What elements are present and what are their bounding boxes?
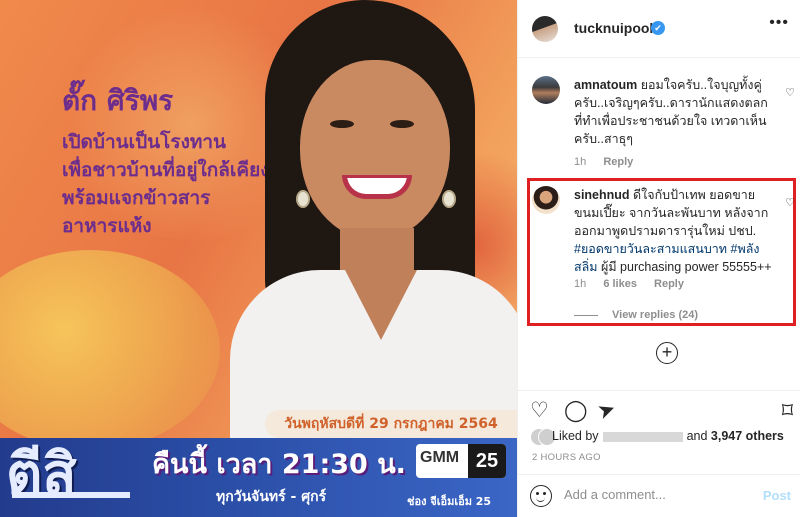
commenter-username[interactable]: sinehnud <box>574 188 630 202</box>
eye <box>330 120 354 128</box>
likes-prefix: Liked by <box>552 429 599 443</box>
comment-bubble-icon[interactable]: ◯ <box>564 399 588 423</box>
commenter-avatar[interactable] <box>532 186 560 214</box>
post-side-panel: tucknuipooh ✔ ••• amnatoum ยอมใจครับ..ใจ… <box>517 0 800 517</box>
liker-username-redacted[interactable] <box>602 431 683 442</box>
show-logo: ตีสิ <box>6 444 134 510</box>
post-comment-button[interactable]: Post <box>763 488 791 503</box>
comment-likes-count[interactable]: 6 likes <box>603 278 637 290</box>
comment-age: 1h <box>574 278 587 290</box>
view-replies-label: View replies (24) <box>612 309 699 321</box>
show-days: ทุกวันจันทร์ - ศุกร์ <box>216 489 327 505</box>
add-comment-bar: Post <box>518 474 800 517</box>
comment-item: sinehnud ดีใจกับป้าเทพ ยอดขายขนมเปี๊ยะ จ… <box>518 186 800 326</box>
show-time: คืนนี้ เวลา 21:30 น. <box>152 449 406 480</box>
comment-body: sinehnud ดีใจกับป้าเทพ ยอดขายขนมเปี๊ยะ จ… <box>574 186 779 276</box>
date-tag: วันพฤหัสบดีที่ 29 กรกฎาคม 2564 <box>265 410 517 438</box>
show-banner: ตีสิ คืนนี้ เวลา 21:30 น. ทุกวันจันทร์ -… <box>0 438 517 517</box>
comment-input[interactable] <box>564 487 744 502</box>
verified-badge-icon: ✔ <box>651 21 665 35</box>
show-logo-bar <box>12 492 130 498</box>
face <box>300 60 450 240</box>
post-header: tucknuipooh ✔ ••• <box>518 0 800 58</box>
commenter-avatar[interactable] <box>532 76 560 104</box>
comment-age: 1h <box>574 156 587 168</box>
channel-logo: GMM 25 <box>416 444 506 478</box>
comment-item: amnatoum ยอมใจครับ..ใจบุญทั้งคู่ครับ..เจ… <box>518 76 800 176</box>
decor-shape <box>0 250 220 450</box>
comment-meta: 1h 6 likes Reply <box>574 278 698 290</box>
likes-summary: Liked by and 3,947 others <box>518 426 800 450</box>
author-avatar[interactable] <box>532 16 558 42</box>
commenter-username[interactable]: amnatoum <box>574 78 637 92</box>
save-bookmark-icon[interactable]: ⌑ <box>782 399 793 423</box>
earring <box>442 190 456 208</box>
person-photo <box>230 0 517 470</box>
comment-like-icon[interactable]: ♡ <box>785 196 795 209</box>
comment-reply-button[interactable]: Reply <box>603 156 633 168</box>
channel-label: ช่อง จีเอ็มเอ็ม 25 <box>407 495 492 508</box>
post-timestamp[interactable]: 2 HOURS AGO <box>532 452 601 463</box>
like-heart-icon[interactable]: ♡ <box>530 399 549 423</box>
channel-brand: GMM <box>420 449 460 466</box>
comment-meta: 1h Reply <box>574 156 647 168</box>
view-replies-button[interactable]: View replies (24) <box>574 309 698 321</box>
likes-middle: and <box>686 429 708 443</box>
channel-number: 25 <box>468 444 506 478</box>
comment-like-icon[interactable]: ♡ <box>785 86 795 99</box>
share-paper-plane-icon[interactable]: ➤ <box>594 397 619 426</box>
author-username[interactable]: tucknuipooh <box>574 20 658 36</box>
comment-extra: ผู้มี purchasing power 55555++ <box>601 260 772 274</box>
earring <box>296 190 310 208</box>
comment-reply-button[interactable]: Reply <box>654 278 684 290</box>
likes-count[interactable]: 3,947 others <box>711 429 784 443</box>
more-options-icon[interactable]: ••• <box>769 14 789 32</box>
eye <box>390 120 414 128</box>
emoji-icon[interactable] <box>530 485 552 507</box>
load-more-comments-icon[interactable]: + <box>656 342 678 364</box>
likes-text: Liked by and 3,947 others <box>552 429 784 443</box>
post-image[interactable]: ตั๊ก ศิริพร เปิดบ้านเป็นโรงทาน เพื่อชาวบ… <box>0 0 517 517</box>
action-bar: ♡ ◯ ➤ ⌑ <box>518 390 800 430</box>
view-replies-line <box>574 314 598 316</box>
comment-body: amnatoum ยอมใจครับ..ใจบุญทั้งคู่ครับ..เจ… <box>574 76 779 148</box>
